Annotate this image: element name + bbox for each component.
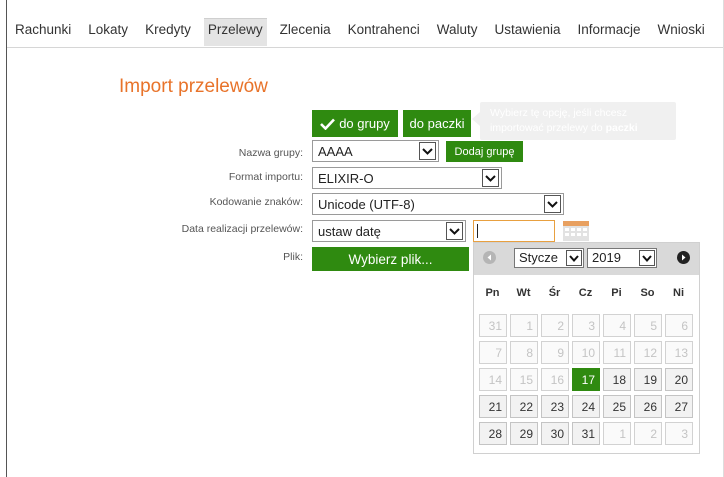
tooltip-bold: paczki: [605, 122, 638, 134]
month-select[interactable]: Stycze: [514, 248, 584, 268]
left-border: [6, 0, 7, 477]
to-group-button[interactable]: do grupy: [312, 110, 398, 137]
to-pack-button[interactable]: do paczki: [403, 110, 471, 137]
day-cell[interactable]: 25: [603, 395, 631, 418]
day-cell: 11: [603, 341, 631, 364]
text-caret: [477, 224, 478, 238]
prev-month-icon[interactable]: [483, 251, 496, 264]
day-cell: 7: [479, 341, 507, 364]
to-pack-label: do paczki: [409, 116, 465, 131]
chevron-down-icon: [419, 142, 436, 160]
nav-ustawienia[interactable]: Ustawienia: [490, 18, 564, 41]
add-group-button[interactable]: Dodaj grupę: [446, 141, 523, 162]
day-cell: 4: [603, 314, 631, 337]
day-cell: 8: [510, 341, 538, 364]
day-cell: 12: [634, 341, 662, 364]
choose-file-button[interactable]: Wybierz plik...: [312, 247, 469, 271]
weekday-label: Śr: [548, 287, 561, 299]
day-cell: 5: [634, 314, 662, 337]
nav-kontrahenci[interactable]: Kontrahenci: [344, 18, 424, 41]
nav-informacje[interactable]: Informacje: [574, 18, 645, 41]
group-name-value: AAAA: [318, 144, 353, 159]
day-cell: 2: [634, 422, 662, 445]
day-cell: 15: [510, 368, 538, 391]
page-title: Import przelewów: [119, 76, 268, 97]
format-select[interactable]: ELIXIR-O: [312, 167, 502, 189]
nav-lokaty[interactable]: Lokaty: [84, 18, 132, 41]
group-name-select[interactable]: AAAA: [312, 140, 439, 162]
encoding-value: Unicode (UTF-8): [318, 197, 415, 212]
day-cell[interactable]: 24: [572, 395, 600, 418]
day-cell: 9: [541, 341, 569, 364]
weekday-label: Pi: [611, 287, 622, 299]
day-cell: 3: [572, 314, 600, 337]
date-mode-select[interactable]: ustaw datę: [312, 220, 466, 242]
chevron-down-icon: [482, 169, 499, 187]
nav-wnioski[interactable]: Wnioski: [654, 18, 709, 41]
day-cell[interactable]: 21: [479, 395, 507, 418]
chevron-down-icon: [446, 222, 463, 240]
top-nav: Rachunki Lokaty Kredyty Przelewy Zleceni…: [11, 18, 718, 48]
nav-rachunki[interactable]: Rachunki: [11, 18, 75, 41]
day-cell[interactable]: 31: [572, 422, 600, 445]
format-label: Format importu:: [228, 171, 303, 183]
day-cell[interactable]: 19: [634, 368, 662, 391]
check-icon: [320, 118, 336, 130]
chevron-down-icon: [566, 250, 582, 266]
file-label: Plik:: [283, 251, 303, 263]
nav-przelewy[interactable]: Przelewy: [203, 18, 267, 46]
to-group-label: do grupy: [339, 116, 390, 131]
day-cell: 6: [665, 314, 693, 337]
weekday-label: Cz: [578, 287, 593, 299]
day-cell: 3: [665, 422, 693, 445]
day-cell-selected[interactable]: 17: [572, 368, 600, 391]
day-cell: 14: [479, 368, 507, 391]
calendar-icon[interactable]: [562, 220, 590, 242]
next-month-icon[interactable]: [677, 251, 690, 264]
day-cell[interactable]: 22: [510, 395, 538, 418]
weekday-label: Ni: [673, 287, 684, 299]
month-value: Stycze: [519, 250, 559, 265]
day-cell: 2: [541, 314, 569, 337]
group-name-label: Nazwa grupy:: [238, 147, 303, 159]
weekday-label: Wt: [516, 287, 531, 299]
date-mode-value: ustaw datę: [318, 224, 381, 239]
year-value: 2019: [592, 250, 621, 265]
day-cell: 16: [541, 368, 569, 391]
day-cell: 31: [479, 314, 507, 337]
year-select[interactable]: 2019: [587, 248, 657, 268]
day-cell[interactable]: 18: [603, 368, 631, 391]
date-input[interactable]: [473, 220, 555, 242]
day-cell: 1: [603, 422, 631, 445]
day-cell: 10: [572, 341, 600, 364]
mode-tooltip: Wybierz tę opcję, jeśli chcesz importowa…: [472, 102, 676, 140]
encoding-select[interactable]: Unicode (UTF-8): [312, 193, 564, 215]
date-label: Data realizacji przelewów:: [181, 223, 303, 235]
tooltip-arrow: [472, 112, 480, 126]
day-cell[interactable]: 27: [665, 395, 693, 418]
chevron-down-icon: [639, 250, 655, 266]
weekday-label: So: [640, 287, 655, 299]
day-cell[interactable]: 30: [541, 422, 569, 445]
day-cell[interactable]: 20: [665, 368, 693, 391]
day-cell[interactable]: 26: [634, 395, 662, 418]
encoding-label: Kodowanie znaków:: [209, 196, 303, 208]
format-value: ELIXIR-O: [318, 171, 374, 186]
day-cell: 1: [510, 314, 538, 337]
nav-divider: [7, 47, 723, 48]
day-cell[interactable]: 23: [541, 395, 569, 418]
day-cell[interactable]: 28: [479, 422, 507, 445]
nav-kredyty[interactable]: Kredyty: [141, 18, 195, 41]
weekday-label: Pn: [485, 287, 500, 299]
chevron-down-icon: [544, 195, 561, 213]
date-picker: Stycze 2019 Pn Wt Śr Cz Pi So Ni 31 1 2 3 4 5 6 7 8 9 10…: [473, 242, 700, 454]
day-cell: 13: [665, 341, 693, 364]
nav-zlecenia[interactable]: Zlecenia: [276, 18, 335, 41]
nav-waluty[interactable]: Waluty: [433, 18, 482, 41]
day-cell[interactable]: 29: [510, 422, 538, 445]
